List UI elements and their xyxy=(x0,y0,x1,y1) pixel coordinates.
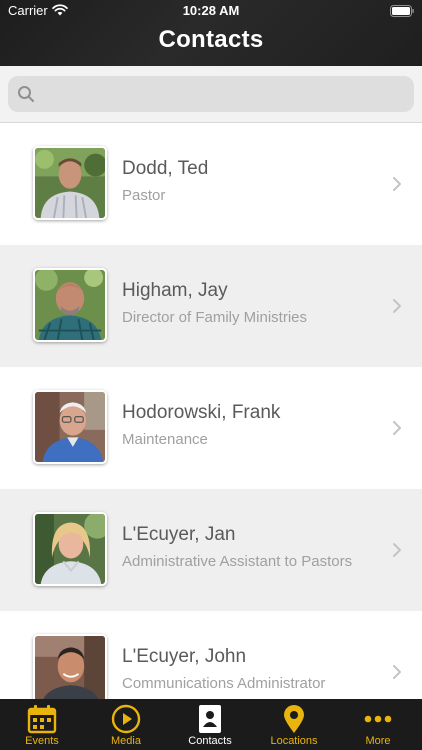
map-pin-icon xyxy=(284,705,304,733)
tab-label: Events xyxy=(25,735,59,747)
avatar xyxy=(33,146,107,220)
contact-role: Maintenance xyxy=(122,431,208,448)
chevron-right-icon xyxy=(393,177,401,191)
contact-name: Higham, Jay xyxy=(122,280,228,301)
contact-list: Dodd, Ted Pastor Higham, Jay Director of… xyxy=(0,123,422,699)
status-time: 10:28 AM xyxy=(182,3,240,18)
search-bar xyxy=(0,66,422,123)
search-input[interactable] xyxy=(44,76,404,112)
status-bar: Carrier 10:28 AM xyxy=(0,0,422,22)
chevron-right-icon xyxy=(393,299,401,313)
tab-media[interactable]: Media xyxy=(84,699,168,750)
contact-name: Dodd, Ted xyxy=(122,158,209,179)
chevron-right-icon xyxy=(393,665,401,679)
contact-row[interactable]: L'Ecuyer, John Communications Administra… xyxy=(0,611,422,699)
search-icon xyxy=(18,86,34,102)
chevron-right-icon xyxy=(393,421,401,435)
tab-label: More xyxy=(365,735,391,747)
header-bar: Carrier 10:28 AM Contacts xyxy=(0,0,422,66)
chevron-right-icon xyxy=(393,543,401,557)
contact-row[interactable]: L'Ecuyer, Jan Administrative Assistant t… xyxy=(0,489,422,611)
calendar-icon xyxy=(27,705,57,734)
battery-icon xyxy=(390,5,414,17)
avatar xyxy=(33,512,107,586)
contact-name: Hodorowski, Frank xyxy=(122,402,281,423)
tab-more[interactable]: More xyxy=(336,699,420,750)
contact-role: Communications Administrator xyxy=(122,675,326,692)
avatar xyxy=(33,268,107,342)
avatar xyxy=(33,390,107,464)
tab-label: Contacts xyxy=(188,735,232,747)
tab-label: Media xyxy=(111,735,141,747)
contact-row[interactable]: Hodorowski, Frank Maintenance xyxy=(0,367,422,489)
more-dots-icon xyxy=(364,715,392,723)
tab-events[interactable]: Events xyxy=(0,699,84,750)
play-icon xyxy=(111,704,141,734)
contact-row[interactable]: Higham, Jay Director of Family Ministrie… xyxy=(0,245,422,367)
contact-role: Pastor xyxy=(122,187,166,204)
avatar xyxy=(33,634,107,699)
page-title: Contacts xyxy=(158,26,264,53)
contact-role: Administrative Assistant to Pastors xyxy=(122,553,353,570)
tab-bar: Events Media Contacts Locations More xyxy=(0,699,422,750)
contact-role: Director of Family Ministries xyxy=(122,309,308,326)
tab-locations[interactable]: Locations xyxy=(252,699,336,750)
contact-card-icon xyxy=(199,705,221,733)
tab-label: Locations xyxy=(270,735,318,747)
contact-name: L'Ecuyer, John xyxy=(122,646,247,667)
contact-row[interactable]: Dodd, Ted Pastor xyxy=(0,123,422,245)
contact-name: L'Ecuyer, Jan xyxy=(122,524,236,545)
tab-contacts[interactable]: Contacts xyxy=(168,699,252,750)
search-field[interactable] xyxy=(8,76,414,112)
